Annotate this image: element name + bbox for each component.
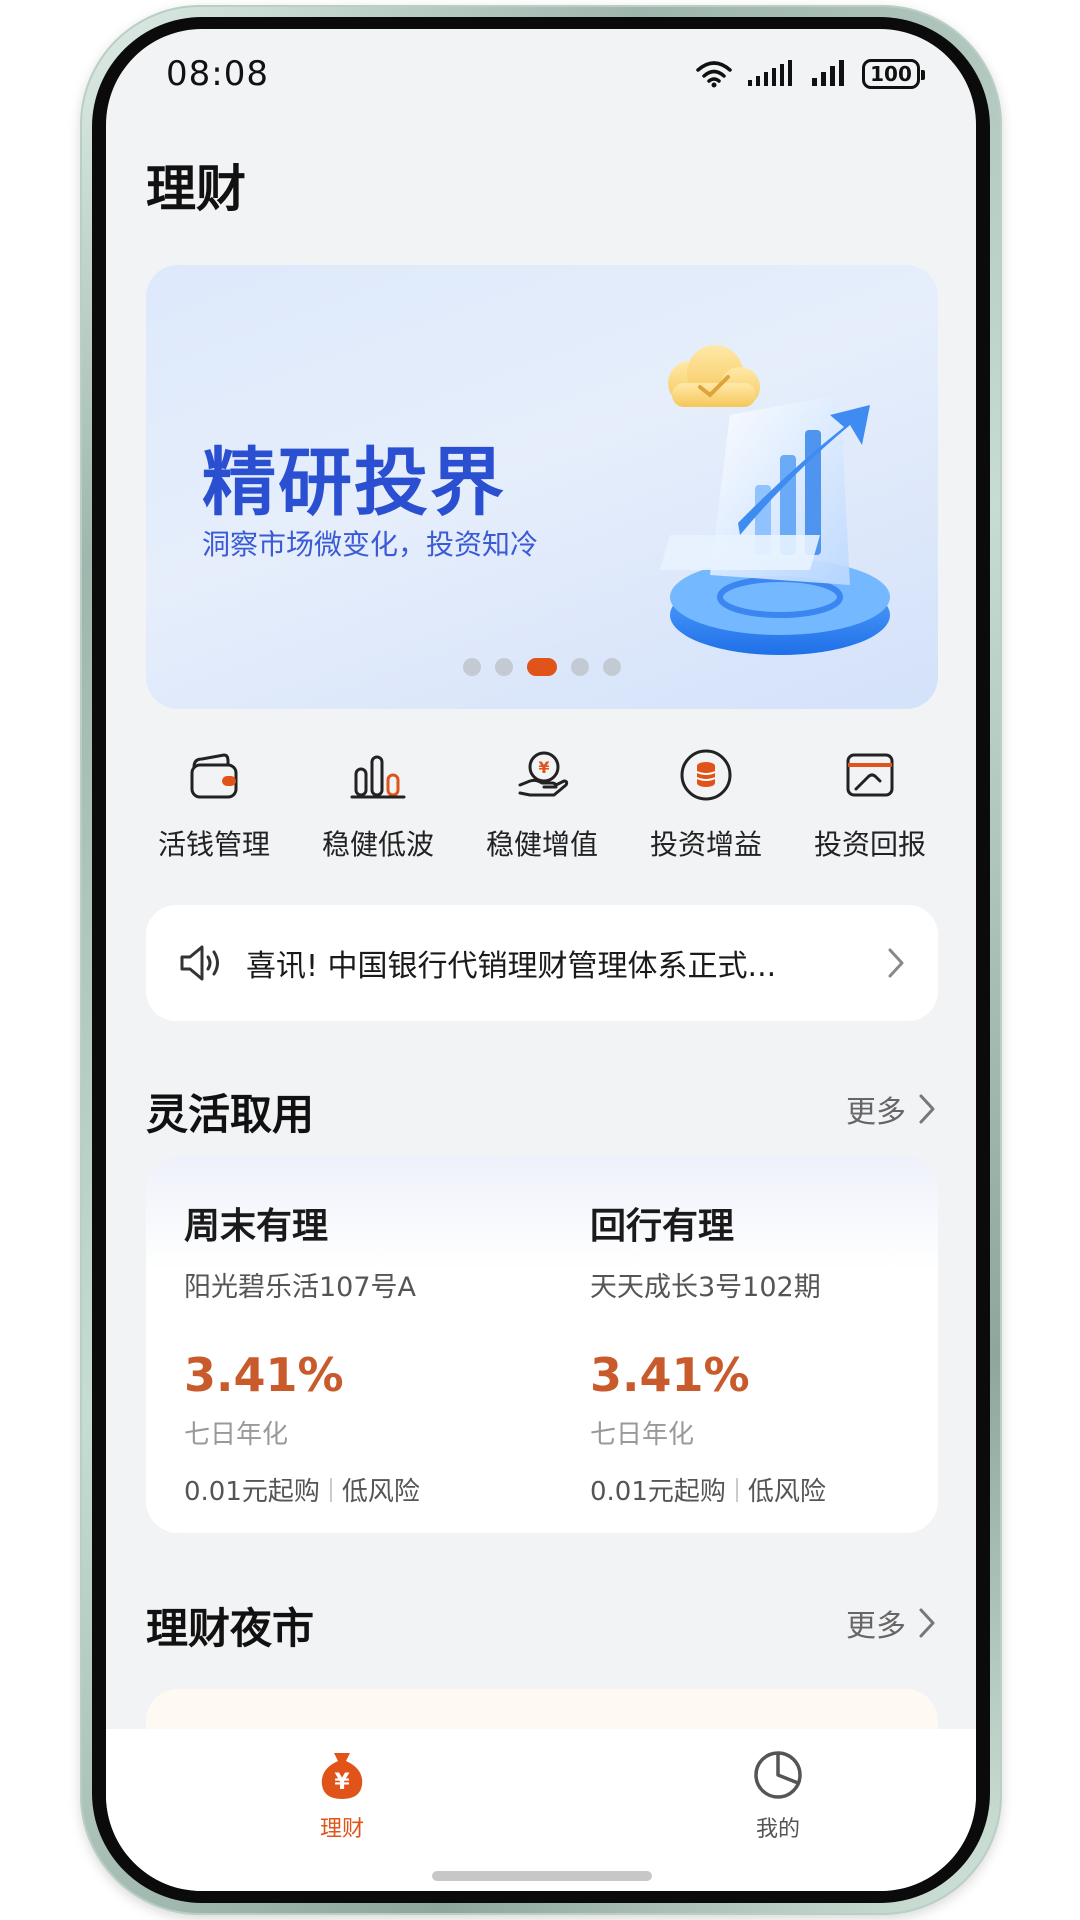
carousel-dot[interactable] <box>495 658 513 676</box>
bar-chart-icon <box>348 745 408 805</box>
more-link-night-market[interactable]: 更多 <box>846 1601 936 1645</box>
notice-text: 喜讯! 中国银行代销理财管理体系正式... <box>246 949 777 984</box>
meta-divider <box>329 1477 332 1502</box>
quick-action-label: 投资回报 <box>813 828 926 861</box>
product-rate-label: 七日年化 <box>590 1420 695 1450</box>
product-rate-label: 七日年化 <box>184 1420 289 1450</box>
quick-action-stable-growth[interactable]: ¥ 稳健增值 <box>474 745 610 863</box>
card-hand-icon <box>840 745 900 805</box>
svg-text:¥: ¥ <box>538 758 549 777</box>
chevron-right-icon <box>919 1094 935 1124</box>
status-bar: 08:08 100 <box>106 29 976 119</box>
product-risk: 低风险 <box>747 1477 826 1507</box>
signal-icon <box>748 60 792 86</box>
product-name: 回行有理 <box>590 1206 735 1247</box>
notice-bar[interactable]: 喜讯! 中国银行代销理财管理体系正式... <box>146 905 938 1021</box>
phone-screen: 08:08 100 理财 精研投界 洞察市场微变化，投资知冷 活钱管理 稳健低波… <box>106 29 976 1891</box>
carousel-dot-active[interactable] <box>527 658 557 676</box>
product-subtitle: 天天成长3号102期 <box>590 1272 821 1303</box>
status-time: 08:08 <box>166 54 269 94</box>
carousel-dot[interactable] <box>463 658 481 676</box>
coin-stack-icon <box>676 745 736 805</box>
banner-subtitle: 洞察市场微变化，投资知冷 <box>202 528 539 561</box>
quick-actions: 活钱管理 稳健低波 ¥ 稳健增值 投资增益 投资回报 <box>146 745 938 863</box>
wallet-icon <box>184 745 244 805</box>
product-card-flexible: 周末有理 阳光碧乐活107号A 3.41% 七日年化 0.01元起购 低风险 回… <box>146 1157 938 1533</box>
quick-action-label: 活钱管理 <box>157 828 270 861</box>
banner-title: 精研投界 <box>202 440 506 526</box>
quick-action-label: 稳健低波 <box>321 828 434 861</box>
product-item[interactable]: 周末有理 阳光碧乐活107号A 3.41% 七日年化 0.01元起购 低风险 <box>184 1197 514 1508</box>
tab-label: 我的 <box>755 1817 800 1842</box>
tab-wealth[interactable]: ¥ 理财 <box>242 1747 442 1843</box>
section-title-flexible: 灵活取用 <box>146 1090 315 1139</box>
quick-action-wallet[interactable]: 活钱管理 <box>146 745 282 863</box>
quick-action-invest-return[interactable]: 投资回报 <box>802 745 938 863</box>
section-title-night-market: 理财夜市 <box>146 1604 315 1653</box>
product-name: 周末有理 <box>184 1206 329 1247</box>
banner-illustration <box>660 345 890 655</box>
quick-action-stable-low[interactable]: 稳健低波 <box>310 745 446 863</box>
carousel-dot[interactable] <box>571 658 589 676</box>
quick-action-label: 稳健增值 <box>485 828 598 861</box>
carousel-dots[interactable] <box>146 658 938 676</box>
wifi-icon <box>696 61 732 88</box>
money-bag-icon: ¥ <box>321 1753 363 1799</box>
product-min-purchase: 0.01元起购 <box>184 1477 320 1507</box>
product-min-purchase: 0.01元起购 <box>590 1477 726 1507</box>
chevron-right-icon <box>919 1608 935 1638</box>
tab-mine[interactable]: 我的 <box>678 1747 878 1843</box>
battery-icon: 100 <box>862 59 925 89</box>
product-risk: 低风险 <box>341 1477 420 1507</box>
quick-action-invest-gain[interactable]: 投资增益 <box>638 745 774 863</box>
product-meta: 0.01元起购 低风险 <box>184 1471 514 1508</box>
product-meta: 0.01元起购 低风险 <box>590 1471 920 1508</box>
signal-icon <box>812 60 844 86</box>
quick-action-label: 投资增益 <box>649 828 762 861</box>
product-item[interactable]: 回行有理 天天成长3号102期 3.41% 七日年化 0.01元起购 低风险 <box>590 1197 920 1508</box>
product-rate: 3.41% <box>590 1348 750 1402</box>
hand-coin-icon: ¥ <box>512 745 572 805</box>
more-link-flexible[interactable]: 更多 <box>846 1087 936 1131</box>
tab-label: 理财 <box>319 1817 364 1842</box>
page-title: 理财 <box>146 160 246 218</box>
svg-text:¥: ¥ <box>334 1770 350 1795</box>
phone-frame: 08:08 100 理财 精研投界 洞察市场微变化，投资知冷 活钱管理 稳健低波… <box>80 5 1002 1915</box>
home-indicator[interactable] <box>432 1871 652 1881</box>
promo-banner[interactable]: 精研投界 洞察市场微变化，投资知冷 <box>146 265 938 709</box>
product-rate: 3.41% <box>184 1348 344 1402</box>
carousel-dot[interactable] <box>603 658 621 676</box>
speaker-icon <box>180 945 219 981</box>
more-label: 更多 <box>846 1095 906 1130</box>
pie-chart-icon <box>754 1751 802 1799</box>
meta-divider <box>735 1477 738 1502</box>
tab-bar: ¥ 理财 我的 <box>106 1729 976 1891</box>
chevron-right-icon <box>888 948 904 978</box>
battery-level: 100 <box>870 62 912 86</box>
product-subtitle: 阳光碧乐活107号A <box>184 1272 417 1303</box>
more-label: 更多 <box>846 1609 906 1644</box>
status-icons: 100 <box>696 59 925 89</box>
